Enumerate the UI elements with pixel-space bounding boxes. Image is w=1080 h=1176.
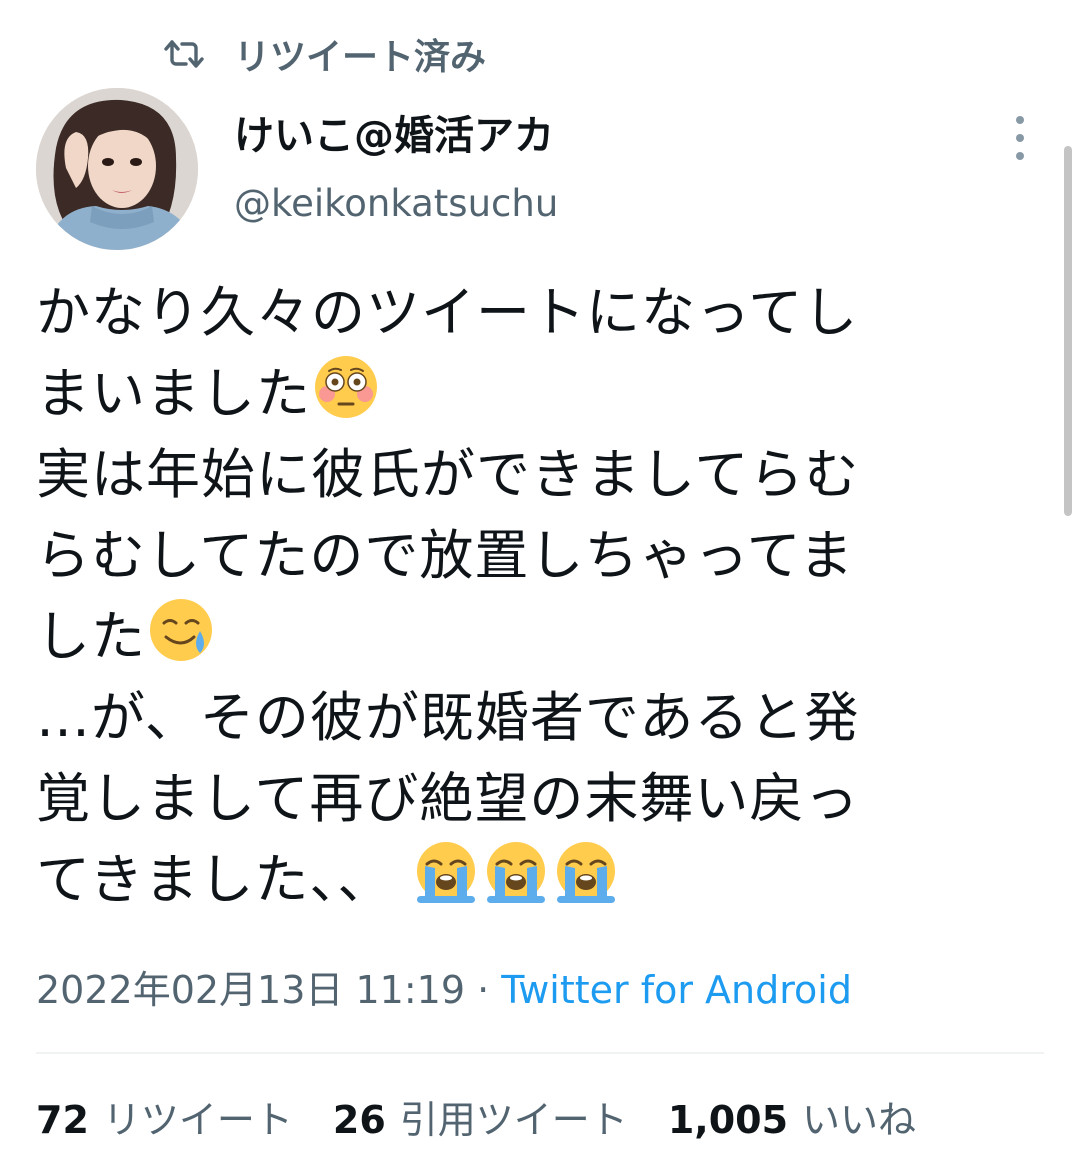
smiling-face-with-tear-icon (150, 599, 212, 661)
author-display-name[interactable]: けいこ@婚活アカ (234, 108, 554, 164)
flushed-face-icon (315, 356, 377, 418)
quotes-count: 26 (332, 1098, 386, 1142)
likes-count: 1,005 (667, 1098, 789, 1142)
tweet-source-link[interactable]: Twitter for Android (501, 968, 852, 1012)
loudly-crying-face-icon (416, 842, 475, 903)
tweet-meta: 2022年02月13日 11:19 · Twitter for Android (36, 962, 852, 1018)
dot (1016, 152, 1024, 160)
tweet-line: まいました (36, 353, 1036, 434)
meta-separator: · (465, 968, 502, 1012)
avatar[interactable] (36, 88, 198, 250)
tweet-line: 覚しまして再び絶望の末舞い戻っ (36, 767, 860, 830)
retweeted-label: リツイート済み (234, 37, 487, 78)
loudly-crying-face-icon (556, 842, 615, 903)
tweet-line: 実は年始に彼氏ができましてらむ (36, 443, 860, 506)
retweets-stat[interactable]: 72 リツイート (36, 1092, 293, 1148)
tweet-timestamp[interactable]: 2022年02月13日 11:19 (36, 968, 465, 1012)
retweets-count: 72 (36, 1098, 89, 1142)
author-handle[interactable]: @keikonkatsuchu (234, 178, 558, 230)
dot (1016, 134, 1024, 142)
tweet-line: した (36, 596, 1036, 677)
tweet-stats: 72 リツイート 26 引用ツイート 1,005 いいね (36, 1092, 956, 1148)
tweet-line: …が、その彼が既婚者であると発 (36, 686, 860, 749)
tweet-line: てきました、、 (36, 839, 1036, 920)
likes-stat[interactable]: 1,005 いいね (668, 1092, 916, 1148)
quote-tweets-stat[interactable]: 26 引用ツイート (333, 1092, 628, 1148)
likes-label: いいね (802, 1098, 917, 1142)
scrollbar[interactable] (1064, 146, 1072, 516)
more-options-icon[interactable] (1008, 116, 1032, 160)
retweets-label: リツイート (102, 1098, 293, 1142)
loudly-crying-face-icon (486, 842, 545, 903)
dot (1016, 116, 1024, 124)
quotes-label: 引用ツイート (399, 1098, 628, 1142)
tweet-line: らむしてたので放置しちゃってま (36, 524, 854, 587)
tweet-line: かなり久々のツイートになってし (36, 281, 859, 344)
divider (36, 1052, 1044, 1054)
retweet-icon (160, 30, 208, 78)
retweeted-banner: リツイート済み (160, 26, 486, 82)
tweet-text: かなり久々のツイートになってし まいました 実は年始に彼氏ができましてらむ らむ… (36, 272, 1036, 920)
